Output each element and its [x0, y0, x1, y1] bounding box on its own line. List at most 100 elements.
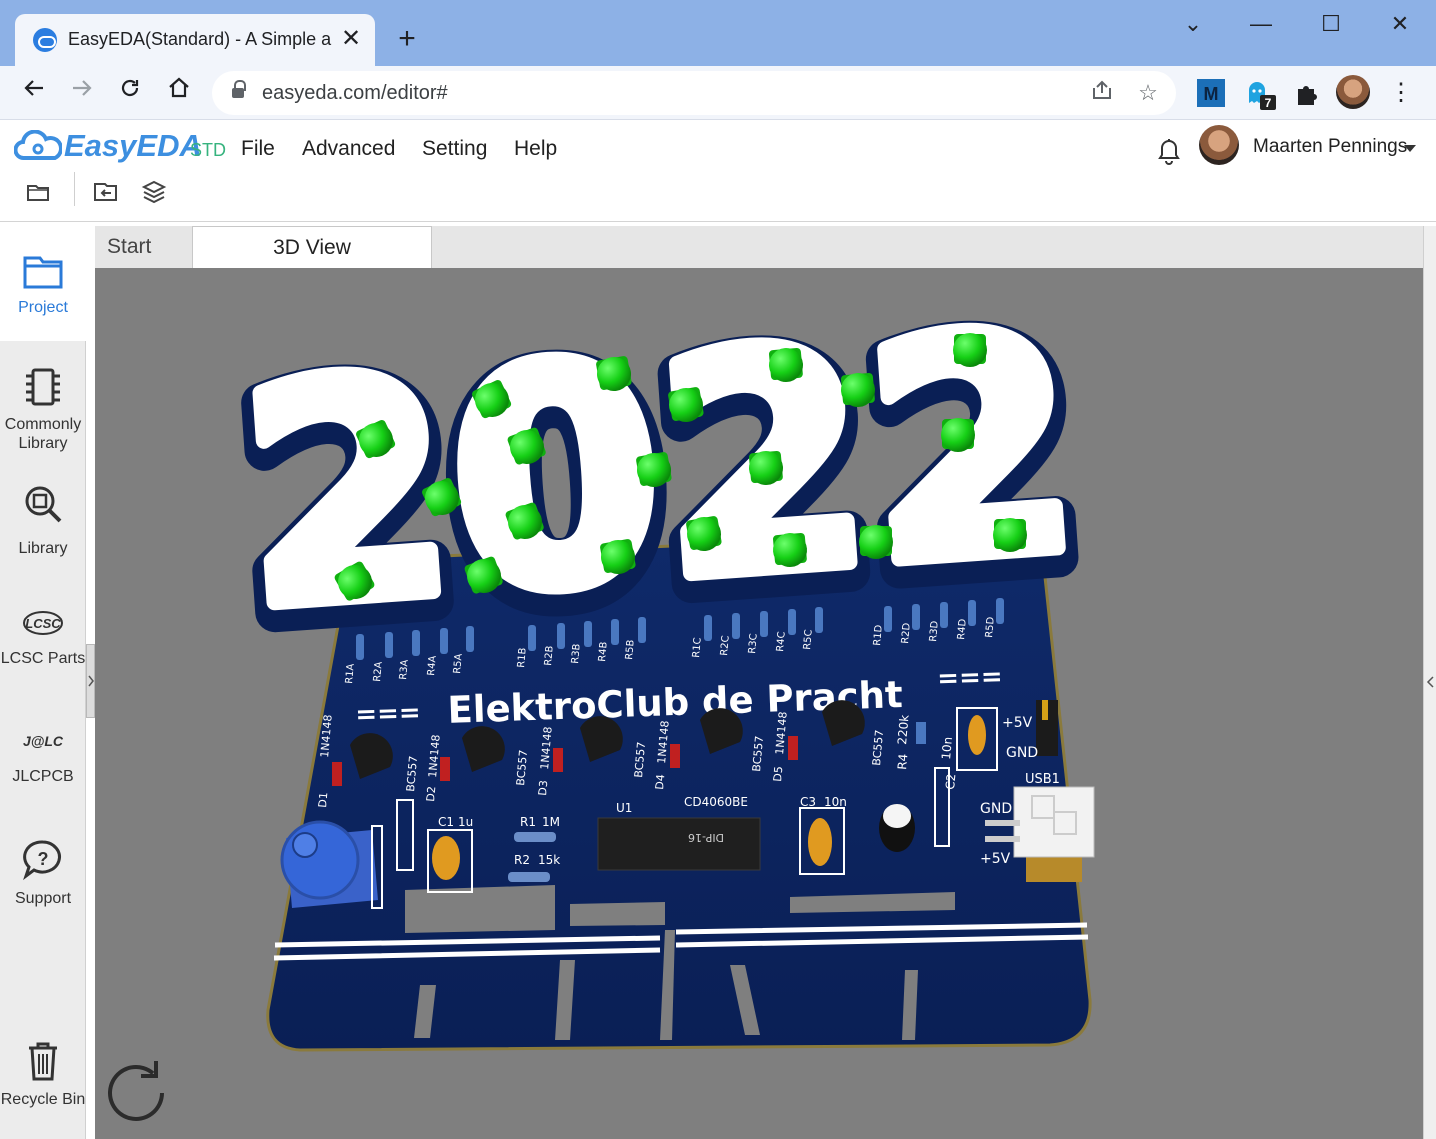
home-button[interactable]	[161, 76, 197, 110]
svg-text:D4: D4	[653, 774, 667, 791]
maximize-button[interactable]: ☐	[1308, 8, 1354, 40]
ic-ref-text: U1	[616, 801, 632, 815]
folder-icon[interactable]	[24, 178, 52, 206]
ic-part-text: CD4060BE	[684, 795, 748, 809]
svg-text:R2C: R2C	[719, 635, 732, 656]
browser-menu-kebab-icon[interactable]: ⋮	[1383, 76, 1419, 110]
left-sidebar: Project Commonly Library Library LCSC LC…	[0, 223, 86, 1139]
svg-text:C2: C2	[943, 773, 958, 790]
close-tab-icon[interactable]: ✕	[339, 24, 363, 54]
svg-text:D3: D3	[536, 780, 550, 797]
sidebar-item-project[interactable]: Project	[0, 223, 86, 341]
sidebar-item-jlcpcb[interactable]: J@LC JLCPCB	[0, 726, 86, 786]
svg-text:D2: D2	[424, 786, 438, 803]
chip-icon	[26, 368, 60, 406]
extension-badge-count: 7	[1265, 96, 1272, 110]
toolbar-divider	[74, 172, 75, 206]
svg-text:R2B: R2B	[543, 645, 556, 666]
sidebar-label-commonly-library: Commonly Library	[4, 416, 82, 452]
import-icon[interactable]	[92, 178, 120, 206]
net-label-5v-top: +5V	[1002, 715, 1033, 731]
metamask-icon[interactable]: M	[1197, 79, 1225, 107]
sidebar-label-support: Support	[14, 890, 72, 907]
svg-text:R4B: R4B	[597, 641, 610, 662]
menu-help[interactable]: Help	[514, 137, 557, 161]
reset-view-rotate-icon[interactable]	[100, 1055, 176, 1131]
forward-arrow-icon	[73, 80, 92, 96]
tab-start[interactable]: Start	[95, 226, 192, 268]
svg-text:1u: 1u	[458, 815, 473, 829]
new-tab-button[interactable]: +	[392, 22, 422, 56]
user-avatar[interactable]	[1199, 125, 1239, 165]
browser-toolbar: easyeda.com/editor# ☆ M 7 ⋮	[0, 66, 1436, 120]
sidebar-item-commonly-library[interactable]: Commonly Library	[0, 365, 86, 453]
layers-icon[interactable]	[140, 178, 168, 206]
sidebar-label-library: Library	[18, 540, 68, 557]
menu-advanced[interactable]: Advanced	[302, 137, 395, 161]
tab-3d-view[interactable]: 3D View	[192, 226, 432, 268]
svg-text:R4D: R4D	[956, 618, 969, 640]
sidebar-item-recycle-bin[interactable]: Recycle Bin	[0, 1039, 86, 1109]
svg-text:R1: R1	[520, 815, 536, 829]
share-icon[interactable]	[1088, 79, 1116, 107]
net-label-5v-usb: +5V	[980, 851, 1011, 867]
right-panel-collapse-handle[interactable]	[1424, 642, 1436, 722]
svg-text:R5C: R5C	[802, 629, 815, 650]
pcb-3d-render[interactable]: 2022 2022 R1A R2A R3A R4A R5A R1B R2B R3…	[95, 268, 1423, 1139]
svg-text:R4: R4	[895, 753, 910, 770]
svg-text:R5A: R5A	[452, 653, 465, 674]
svg-text:R4A: R4A	[426, 655, 439, 676]
svg-text:R2A: R2A	[372, 661, 385, 682]
ghostery-icon[interactable]: 7	[1245, 79, 1276, 110]
3d-view-canvas[interactable]: 2022 2022 R1A R2A R3A R4A R5A R1B R2B R3…	[95, 268, 1423, 1139]
svg-text:R3C: R3C	[747, 633, 760, 654]
back-arrow-icon	[24, 80, 43, 96]
tab-search-chevron-icon[interactable]: ⌄	[1170, 8, 1216, 40]
board-deco-left: ===	[355, 698, 421, 730]
forward-button[interactable]	[64, 76, 100, 110]
sidebar-label-project: Project	[18, 299, 68, 316]
svg-text:R5D: R5D	[984, 616, 997, 638]
user-menu-caret-icon[interactable]	[1404, 145, 1416, 152]
sidebar-collapse-handle[interactable]	[86, 644, 95, 718]
home-icon	[169, 77, 189, 98]
browser-tab[interactable]: EasyEDA(Standard) - A Simple and Powerfu…	[15, 14, 375, 66]
easyeda-edition-label: STD	[190, 140, 226, 160]
svg-text:R5B: R5B	[624, 639, 637, 660]
svg-text:LCSC: LCSC	[25, 616, 61, 631]
minimize-button[interactable]: —	[1238, 8, 1284, 40]
notification-bell-icon[interactable]	[1155, 136, 1183, 166]
extensions-puzzle-icon[interactable]	[1293, 79, 1321, 107]
svg-text:C3: C3	[800, 795, 816, 809]
right-panel-gutter	[1423, 226, 1436, 1139]
menu-setting[interactable]: Setting	[422, 137, 487, 161]
svg-text:10n: 10n	[939, 736, 955, 760]
svg-text:R3A: R3A	[398, 659, 411, 680]
easyeda-logo-text[interactable]: EasyEDA	[64, 128, 202, 164]
menu-file[interactable]: File	[241, 137, 275, 161]
svg-text:15k: 15k	[538, 853, 560, 867]
ic-package-text: DIP-16	[688, 831, 724, 844]
svg-text:?: ?	[38, 849, 49, 869]
sidebar-label-lcsc-parts: LCSC Parts	[0, 650, 86, 667]
sidebar-item-support[interactable]: ? Support	[0, 838, 86, 908]
net-label-gnd-top: GND	[1006, 745, 1038, 761]
address-bar[interactable]: easyeda.com/editor# ☆	[212, 71, 1176, 115]
sidebar-item-library[interactable]: Library	[0, 482, 86, 558]
browser-profile-avatar[interactable]	[1336, 75, 1370, 109]
lcsc-icon: LCSC	[23, 611, 63, 635]
svg-text:R1A: R1A	[344, 663, 357, 684]
user-name[interactable]: Maarten Pennings	[1253, 136, 1407, 158]
back-button[interactable]	[16, 76, 52, 110]
url-text[interactable]: easyeda.com/editor#	[262, 82, 448, 105]
bookmark-star-icon[interactable]: ☆	[1134, 79, 1162, 107]
trash-icon	[29, 1042, 57, 1081]
close-window-button[interactable]: ✕	[1377, 8, 1423, 40]
svg-text:R1C: R1C	[691, 637, 704, 658]
reload-button[interactable]	[112, 76, 148, 110]
svg-text:R2D: R2D	[900, 622, 913, 644]
jlc-icon: J@LC	[23, 733, 64, 749]
svg-text:D1: D1	[316, 792, 330, 809]
sidebar-item-lcsc-parts[interactable]: LCSC LCSC Parts	[0, 608, 86, 668]
easyeda-header: EasyEDA STD File Advanced Setting Help M…	[0, 120, 1436, 222]
